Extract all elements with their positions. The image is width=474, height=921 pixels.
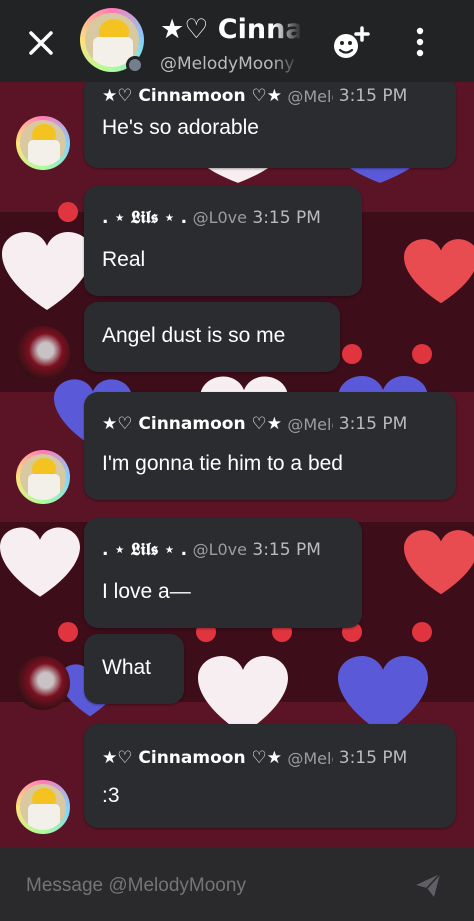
message-meta: . ⋆ 𝕷𝖎𝖑𝖘 ⋆ . @L0ve 3:15 PM [102, 208, 321, 228]
message-avatar[interactable] [16, 656, 70, 710]
message-avatar[interactable] [16, 780, 70, 834]
add-friend-icon[interactable] [330, 24, 370, 64]
message-text: He's so adorable [102, 116, 259, 139]
message-author[interactable]: . ⋆ 𝕷𝖎𝖑𝖘 ⋆ . [102, 540, 187, 560]
message-text: I'm gonna tie him to a bed [102, 452, 343, 475]
send-icon[interactable] [414, 871, 442, 899]
message-text: I love a— [102, 580, 191, 603]
message-time: 3:15 PM [338, 86, 408, 106]
message-meta: . ⋆ 𝕷𝖎𝖑𝖘 ⋆ . @L0ve 3:15 PM [102, 540, 321, 560]
message-time: 3:15 PM [338, 748, 408, 768]
status-indicator [126, 56, 144, 74]
more-icon[interactable] [408, 26, 432, 58]
message-author[interactable]: ★♡ Cinnamoon ♡★ [102, 414, 282, 434]
message-handle: @MelodyMoony [287, 749, 333, 768]
message-bubble[interactable]: ★♡ Cinnamoon ♡★ @MelodyMoony 3:15 PM :3 [84, 724, 456, 828]
close-icon[interactable] [24, 26, 58, 60]
message-bubble[interactable]: . ⋆ 𝕷𝖎𝖑𝖘 ⋆ . @L0ve 3:15 PM Real [84, 186, 362, 296]
title-fade [272, 14, 302, 80]
message-text: What [102, 656, 152, 679]
message-handle: @L0ve [192, 540, 247, 559]
message-author[interactable]: ★♡ Cinnamoon ♡★ [102, 86, 282, 106]
message-avatar[interactable] [16, 326, 70, 380]
message-handle: @L0ve [192, 208, 247, 227]
message-meta: ★♡ Cinnamoon ♡★ @MelodyMoony 3:15 PM [102, 86, 407, 106]
message-handle: @MelodyMoony [287, 415, 333, 434]
message-bubble[interactable]: What [84, 634, 184, 704]
message-bubble[interactable]: Angel dust is so me [84, 302, 340, 372]
message-composer [0, 848, 474, 921]
message-text: Real [102, 248, 146, 271]
message-time: 3:15 PM [252, 208, 321, 228]
chat-header: ★♡ Cinnamoon ♡★ @MelodyMoony [0, 0, 474, 82]
message-text: :3 [102, 784, 120, 807]
message-handle: @MelodyMoony [287, 87, 333, 106]
message-author[interactable]: ★♡ Cinnamoon ♡★ [102, 748, 282, 768]
message-time: 3:15 PM [252, 540, 321, 560]
message-avatar[interactable] [16, 450, 70, 504]
message-bubble[interactable]: ★♡ Cinnamoon ♡★ @MelodyMoony 3:15 PM I'm… [84, 392, 456, 500]
message-time: 3:15 PM [338, 414, 408, 434]
message-avatar[interactable] [16, 116, 70, 170]
message-bubble[interactable]: ★♡ Cinnamoon ♡★ @MelodyMoony 3:15 PM He'… [84, 76, 456, 168]
message-input[interactable] [24, 870, 388, 902]
message-bubble[interactable]: . ⋆ 𝕷𝖎𝖑𝖘 ⋆ . @L0ve 3:15 PM I love a— [84, 518, 362, 628]
message-author[interactable]: . ⋆ 𝕷𝖎𝖑𝖘 ⋆ . [102, 208, 187, 228]
message-list[interactable]: ★♡ Cinnamoon ♡★ @MelodyMoony 3:15 PM He'… [0, 76, 474, 848]
message-meta: ★♡ Cinnamoon ♡★ @MelodyMoony 3:15 PM [102, 414, 407, 434]
message-text: Angel dust is so me [102, 324, 286, 347]
message-meta: ★♡ Cinnamoon ♡★ @MelodyMoony 3:15 PM [102, 748, 407, 768]
